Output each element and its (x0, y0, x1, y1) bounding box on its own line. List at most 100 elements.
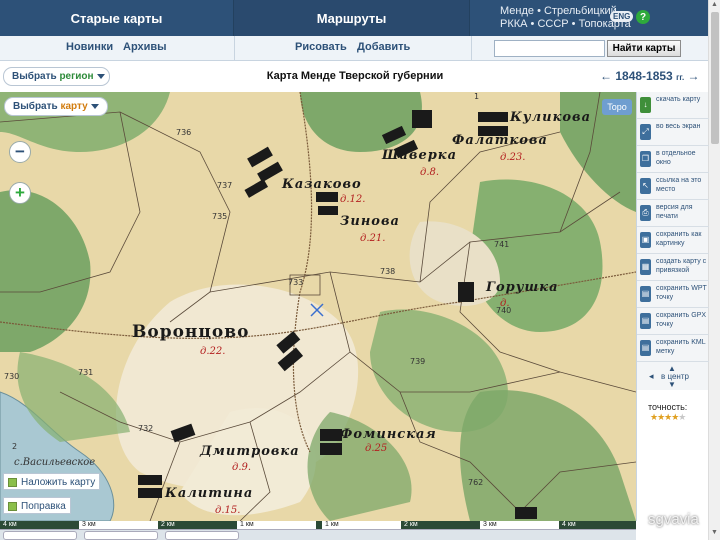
next-year-arrow-icon[interactable]: → (688, 69, 700, 83)
tab-old-maps[interactable]: Старые карты (0, 0, 234, 36)
scroll-up-icon[interactable]: ▲ (711, 1, 718, 8)
map-label-vorontsovo-d: д.22. (200, 346, 226, 357)
prev-year-arrow-icon[interactable]: ← (600, 69, 612, 83)
pan-left-icon[interactable]: ◂ (649, 371, 654, 382)
correction-icon (8, 501, 17, 511)
year-range: 1848-1853 (615, 69, 673, 83)
accuracy-panel: точность: ★★★★★ (636, 390, 708, 521)
map-label-shaverka: Шаверка (382, 148, 458, 163)
map-number-label: 730 (4, 372, 20, 381)
window-icon: ❐ (640, 151, 651, 167)
map-select[interactable]: Выбрать карту (4, 97, 108, 116)
scale-segment: 1 км (322, 521, 401, 529)
map-label-kalitina: Калитина (165, 486, 254, 501)
fullscreen-icon: ⤢ (640, 124, 651, 140)
tool-label: во весь экран (656, 123, 701, 130)
find-maps-button[interactable]: Найти карты (607, 40, 681, 57)
pan-down-icon[interactable]: ▼ (668, 380, 676, 389)
secondary-nav-bar: Новинки Архивы Рисовать Добавить Найти к… (0, 36, 708, 61)
new-maps-link[interactable]: Новинки (66, 41, 113, 53)
tool-label: в отдельное окно (656, 150, 696, 166)
tool-georef[interactable]: ▦ создать карту с привязкой (637, 254, 709, 281)
tab-routes[interactable]: Маршруты (234, 0, 470, 36)
region-select-prefix: Выбрать (12, 71, 60, 82)
scale-segment: 4 км (0, 521, 79, 529)
gpx-icon: ▤ (640, 313, 651, 329)
tool-save-gpx[interactable]: ▤ сохранить GPX точку (637, 308, 709, 335)
map-label-fominskaya-d: д.25 (365, 443, 388, 454)
kml-icon: ▤ (640, 340, 651, 356)
map-label-kulikova: Куликова (510, 110, 591, 125)
map-label-dmitrovka-d: д.9. (232, 462, 252, 473)
map-label-zinova-d: д.21. (360, 233, 386, 244)
scale-bar: 4 км 3 км 2 км 1 км 1 км 2 км 3 км 4 км (0, 521, 636, 529)
topo-layer-button[interactable]: Topo (602, 99, 632, 115)
map-label-falatkova: Фалаткова (452, 133, 548, 148)
link-icon: ↖ (640, 178, 651, 194)
region-select[interactable]: Выбрать регион (3, 67, 110, 86)
help-icon[interactable]: ? (636, 10, 650, 24)
tool-download[interactable]: ↓ скачать карту (637, 92, 709, 119)
scroll-thumb[interactable] (711, 12, 719, 144)
zoom-in-button[interactable]: + (9, 182, 31, 204)
bottom-toolbar-item[interactable] (165, 531, 239, 540)
map-label-dmitrovka: Дмитровка (200, 444, 300, 459)
source-links-line1[interactable]: Менде • Стрельбицкий (500, 5, 617, 17)
search-input[interactable] (494, 40, 605, 57)
map-number-label: 733 (288, 278, 304, 287)
map-drawing (0, 92, 636, 521)
tool-label: сохранить как картинку (656, 231, 702, 247)
tool-fullscreen[interactable]: ⤢ во весь экран (637, 119, 709, 146)
bottom-toolbar (0, 529, 636, 540)
year-suffix: гг. (676, 73, 685, 82)
tool-label: скачать карту (656, 96, 701, 103)
tool-label: создать карту с привязкой (656, 258, 707, 274)
year-navigator: ← 1848-1853 гг. → (600, 69, 700, 83)
scale-segment: 3 км (79, 521, 158, 529)
scroll-down-icon[interactable]: ▼ (711, 529, 718, 536)
archives-link[interactable]: Архивы (123, 41, 167, 53)
map-pan-control: ▲ ◂ в центр ▼ (636, 364, 708, 390)
tool-save-image[interactable]: ▣ сохранить как картинку (637, 227, 709, 254)
map-label-kazakovo-d: д.12. (340, 194, 366, 205)
print-icon: ⎙ (640, 205, 651, 221)
map-label-gorushki: Горушка (486, 280, 559, 295)
add-link[interactable]: Добавить (357, 41, 410, 53)
scale-segment: 2 км (401, 521, 480, 529)
tool-label: версия для печати (656, 204, 693, 220)
tool-save-kml[interactable]: ▤ сохранить KML метку (637, 335, 709, 362)
map-number-label: 732 (138, 424, 154, 433)
chevron-down-icon (96, 73, 105, 79)
language-switch-button[interactable]: ENG (610, 11, 634, 22)
map-number-label: 735 (212, 212, 228, 221)
scale-segment: 1 км (237, 521, 316, 529)
tool-link[interactable]: ↖ ссылка на это место (637, 173, 709, 200)
accuracy-stars-icon: ★★★★★ (650, 412, 686, 422)
overlay-map-label: Наложить карту (21, 476, 96, 488)
draw-link[interactable]: Рисовать (295, 41, 347, 53)
correction-button[interactable]: Поправка (3, 497, 71, 514)
tool-new-window[interactable]: ❐ в отдельное окно (637, 146, 709, 173)
map-number-label: 741 (494, 240, 510, 249)
tool-label: сохранить KML метку (656, 339, 706, 355)
map-canvas[interactable]: Воронцово д.22. Казаково д.12. Зинова д.… (0, 92, 636, 521)
tool-print[interactable]: ⎙ версия для печати (637, 200, 709, 227)
map-label-falatkova-d: д.23. (500, 152, 526, 163)
map-number-label: 762 (468, 478, 484, 487)
map-label-shaverka-d: д.8. (420, 167, 440, 178)
bottom-toolbar-item[interactable] (3, 531, 77, 540)
bottom-toolbar-item[interactable] (84, 531, 158, 540)
map-label-zinova: Зинова (340, 214, 400, 229)
page-scrollbar[interactable]: ▲ ▼ (708, 0, 720, 540)
tool-save-wpt[interactable]: ▤ сохранить WPT точку (637, 281, 709, 308)
tool-label: ссылка на это место (656, 177, 702, 193)
zoom-out-button[interactable]: − (9, 141, 31, 163)
map-number-label: 739 (410, 357, 426, 366)
overlay-map-button[interactable]: Наложить карту (3, 473, 101, 490)
divider (234, 36, 235, 61)
map-source-links: Менде • Стрельбицкий РККА • СССР • Топок… (470, 0, 708, 36)
accuracy-label: точность: (648, 402, 688, 412)
layers-icon (8, 477, 17, 487)
divider (471, 36, 472, 61)
map-label-vorontsovo: Воронцово (132, 322, 250, 342)
